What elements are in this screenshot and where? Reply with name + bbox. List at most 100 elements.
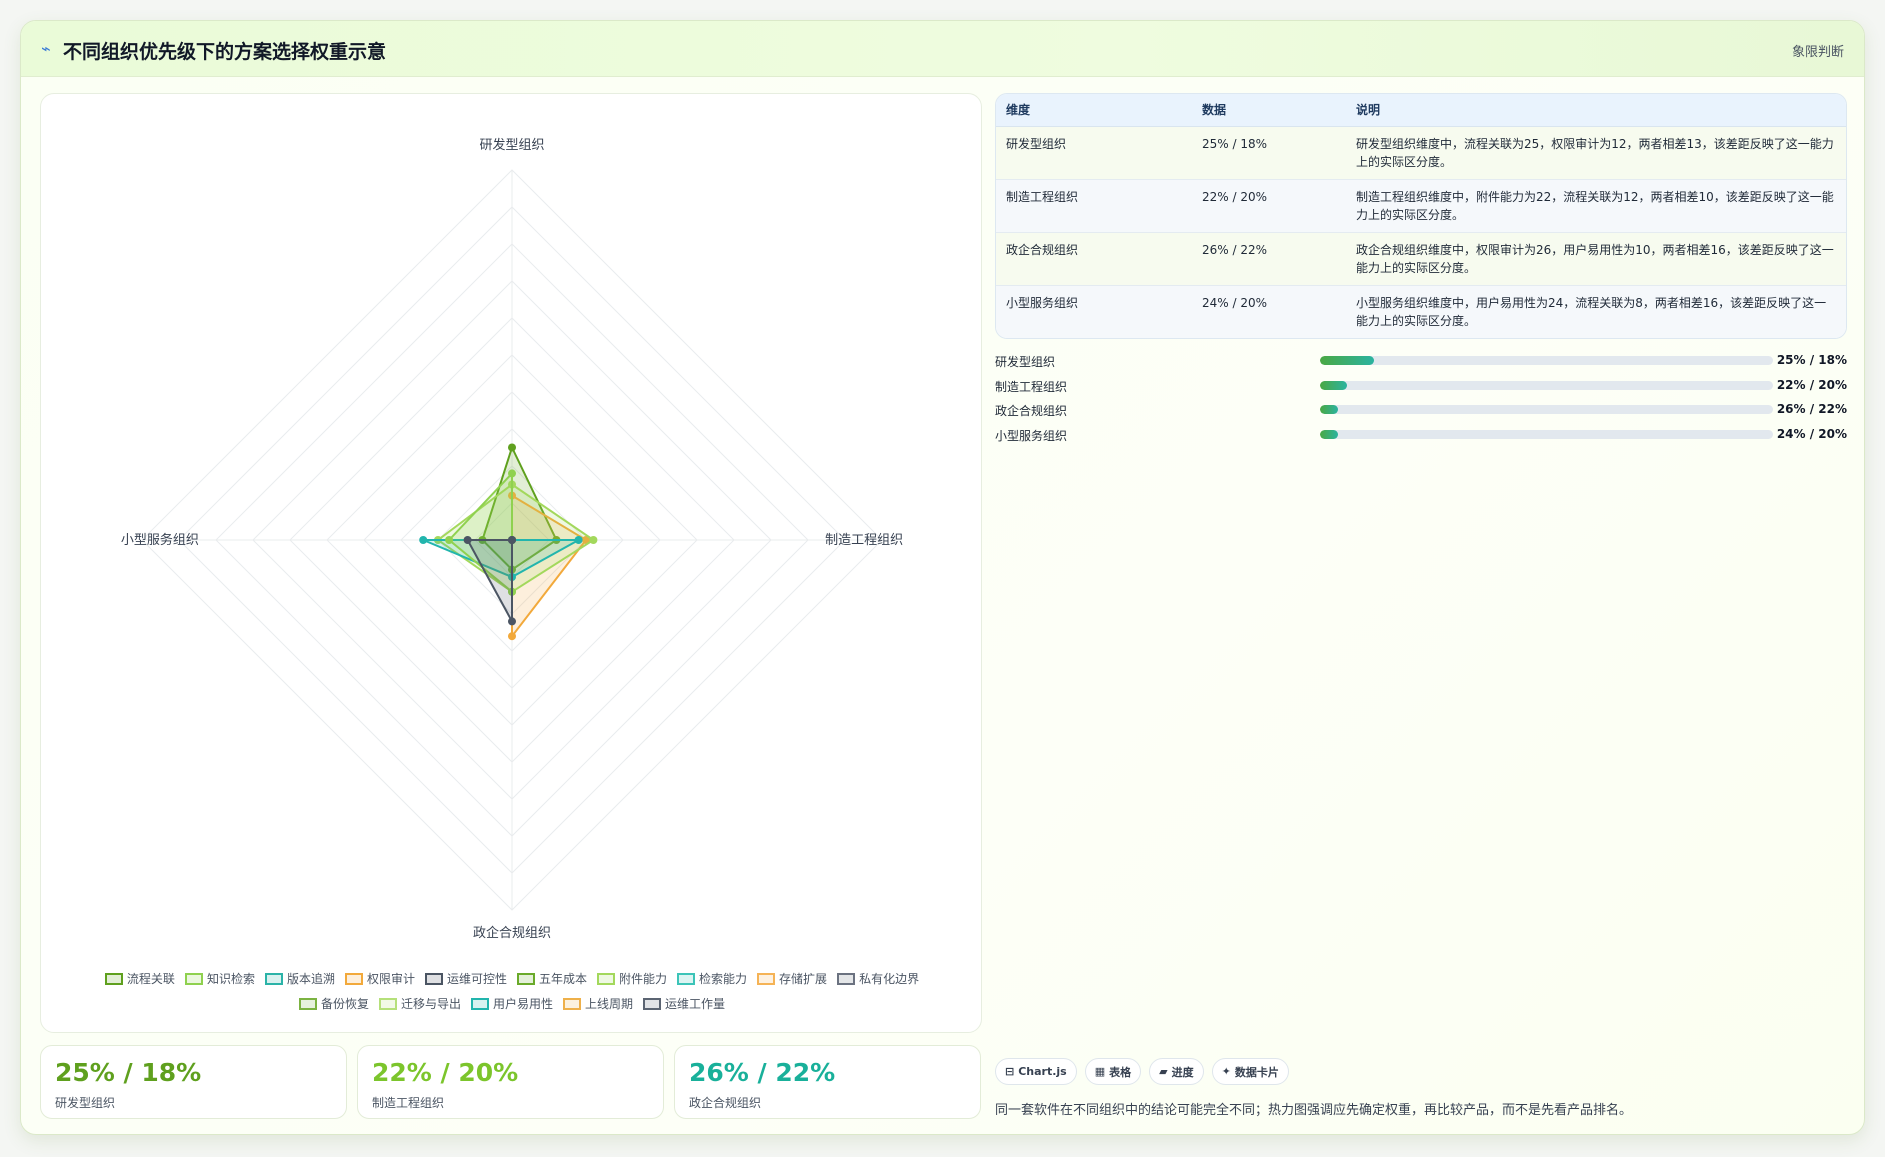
card-header: ⌁ 不同组织优先级下的方案选择权重示意 象限判断 xyxy=(21,21,1864,77)
legend-label: 检索能力 xyxy=(699,972,748,986)
chip-label: 进度 xyxy=(1171,1065,1194,1079)
data-point xyxy=(508,617,516,626)
axis-label: 研发型组织 xyxy=(479,137,544,153)
legend-label: 运维工作量 xyxy=(665,997,726,1011)
legend-swatch xyxy=(643,997,662,1010)
legend-item[interactable]: 存储扩展 xyxy=(757,970,827,987)
data-point xyxy=(508,443,516,452)
legend-item[interactable]: 知识检索 xyxy=(184,970,255,987)
legend-swatch xyxy=(563,997,581,1010)
legend-item[interactable]: 私有化边界 xyxy=(837,970,919,987)
table-header-row: 维度 数据 说明 xyxy=(996,94,1846,127)
legend-swatch xyxy=(597,972,616,985)
legend-swatch xyxy=(298,997,317,1010)
axis-label: 小型服务组织 xyxy=(121,532,199,548)
table-row: 小型服务组织 24% / 20% 小型服务组织维度中，用户易用性为24，流程关联… xyxy=(996,285,1846,338)
legend-label: 版本追溯 xyxy=(286,972,335,986)
legend-item[interactable]: 附件能力 xyxy=(597,970,667,987)
legend-item[interactable]: 迁移与导出 xyxy=(378,995,461,1012)
legend-label: 备份恢复 xyxy=(320,997,369,1011)
progress-value: 26% / 22% xyxy=(1776,402,1847,416)
progress-row: 政企合规组织 26% / 22% xyxy=(995,400,1847,425)
progress-fill xyxy=(1320,429,1339,439)
progress-fill xyxy=(1320,380,1348,390)
legend-item[interactable]: 运维可控性 xyxy=(424,970,507,987)
progress-fill xyxy=(1320,405,1339,414)
tech-chips: ⊟ Chart.js ▦ 表格 ▰ 进度 ✦ 数据卡片 xyxy=(995,1058,1289,1085)
table-icon: ▦ xyxy=(1094,1065,1106,1078)
card-icon: ✦ xyxy=(1221,1065,1231,1078)
legend-item[interactable]: 用户易用性 xyxy=(470,995,553,1012)
legend-item[interactable]: 运维工作量 xyxy=(643,995,725,1012)
chip-table[interactable]: ▦ 表格 xyxy=(1084,1058,1142,1085)
chart-legend: 流程关联 知识检索 版本追溯 权限审计 运维可控性 五年成本 附件能力 检索能力 存储扩展 私有化… xyxy=(61,970,963,1020)
column-header: 维度 xyxy=(996,94,1192,127)
kpi-card-manufacturing: 22% / 20% 制造工程组织 xyxy=(357,1045,664,1119)
cell-dimension: 研发型组织 xyxy=(1006,136,1067,151)
progress-label: 制造工程组织 xyxy=(995,379,1068,394)
legend-swatch xyxy=(837,972,856,985)
legend-item[interactable]: 检索能力 xyxy=(677,970,747,987)
table-row: 研发型组织 25% / 18% 研发型组织维度中，流程关联为25，权限审计为12… xyxy=(996,126,1846,179)
kpi-label: 政企合规组织 xyxy=(689,1096,762,1110)
legend-swatch xyxy=(424,972,443,985)
radar-chart: 研发型组织制造工程组织政企合规组织 小型服务组织 xyxy=(121,137,903,941)
progress-value: 22% / 20% xyxy=(1776,377,1847,392)
legend-swatch xyxy=(470,997,489,1010)
footnote: 同一套软件在不同组织中的结论可能完全不同；热力图强调应先确定权重，再比较产品，而… xyxy=(995,1103,1633,1118)
progress-label: 政企合规组织 xyxy=(995,404,1068,418)
legend-label: 五年成本 xyxy=(539,972,588,986)
chip-progress[interactable]: ▰ 进度 xyxy=(1149,1058,1204,1085)
data-point xyxy=(463,536,472,544)
legend-item[interactable]: 权限审计 xyxy=(344,970,415,987)
chip-label: 数据卡片 xyxy=(1234,1065,1279,1079)
data-point xyxy=(445,536,454,544)
dashboard-card: ⌁ 不同组织优先级下的方案选择权重示意 象限判断 研发型组织 制造工程组织 政企合规… xyxy=(20,20,1865,1135)
legend-label: 存储扩展 xyxy=(779,972,828,986)
cell-dimension: 政企合规组织 xyxy=(1006,242,1079,257)
progress-label: 研发型组织 xyxy=(995,355,1056,369)
legend-row: 流程关联 知识检索 版本追溯 权限审计 运维可控性 五年成本 附件能力 检索能力 存储扩展 私有化… xyxy=(61,970,963,987)
quadrant-badge[interactable]: 象限判断 xyxy=(1792,41,1844,60)
legend-swatch xyxy=(104,972,123,985)
trend-icon: ⌁ xyxy=(41,39,51,58)
progress-row: 小型服务组织 24% / 20% xyxy=(995,425,1847,450)
page-title: 不同组织优先级下的方案选择权重示意 xyxy=(63,41,387,63)
column-header: 数据 xyxy=(1192,94,1346,127)
legend-item[interactable]: 上线周期 xyxy=(563,995,633,1012)
chart-icon: ⊟ xyxy=(1005,1065,1015,1078)
table-row: 政企合规组织 26% / 22% 政企合规组织维度中，权限审计为26，用户易用性… xyxy=(996,232,1846,285)
data-point xyxy=(508,469,516,478)
progress-track xyxy=(1320,429,1773,439)
progress-track xyxy=(1320,356,1773,365)
cell-description: 制造工程组织维度中，附件能力为22，流程关联为12，两者相差10，该差距反映了这… xyxy=(1356,189,1834,222)
legend-label: 私有化边界 xyxy=(859,972,920,986)
legend-label: 流程关联 xyxy=(126,972,175,986)
chip-data-card[interactable]: ✦ 数据卡片 xyxy=(1211,1058,1289,1085)
cell-data: 25% / 18% xyxy=(1202,136,1268,151)
legend-item[interactable]: 五年成本 xyxy=(517,970,587,987)
cell-description: 研发型组织维度中，流程关联为25，权限审计为12，两者相差13，该差距反映了这一… xyxy=(1356,136,1834,169)
legend-item[interactable]: 备份恢复 xyxy=(298,995,369,1012)
legend-swatch xyxy=(264,972,283,985)
table-row: 制造工程组织 22% / 20% 制造工程组织维度中，附件能力为22，流程关联为… xyxy=(996,179,1846,232)
legend-swatch xyxy=(757,972,776,985)
legend-swatch xyxy=(184,972,203,985)
chip-label: 表格 xyxy=(1109,1065,1132,1079)
progress-icon: ▰ xyxy=(1159,1065,1168,1078)
legend-swatch xyxy=(517,972,535,985)
cell-data: 22% / 20% xyxy=(1202,189,1268,204)
progress-list: 研发型组织 25% / 18% 制造工程组织 22% / 20% 政企合规组织 … xyxy=(995,351,1847,449)
data-point xyxy=(508,536,516,544)
legend-label: 上线周期 xyxy=(585,997,634,1011)
axis-label: 制造工程组织 xyxy=(825,533,903,548)
legend-item[interactable]: 流程关联 xyxy=(104,970,175,987)
progress-value: 24% / 20% xyxy=(1776,426,1847,441)
legend-item[interactable]: 版本追溯 xyxy=(264,970,335,987)
cell-data: 24% / 20% xyxy=(1202,295,1268,310)
legend-row: 备份恢复 迁移与导出 用户易用性 上线周期 运维工作量 xyxy=(61,995,963,1012)
legend-label: 迁移与导出 xyxy=(400,997,461,1011)
data-point xyxy=(508,632,516,641)
legend-label: 知识检索 xyxy=(206,972,255,986)
chip-chartjs[interactable]: ⊟ Chart.js xyxy=(995,1058,1077,1085)
